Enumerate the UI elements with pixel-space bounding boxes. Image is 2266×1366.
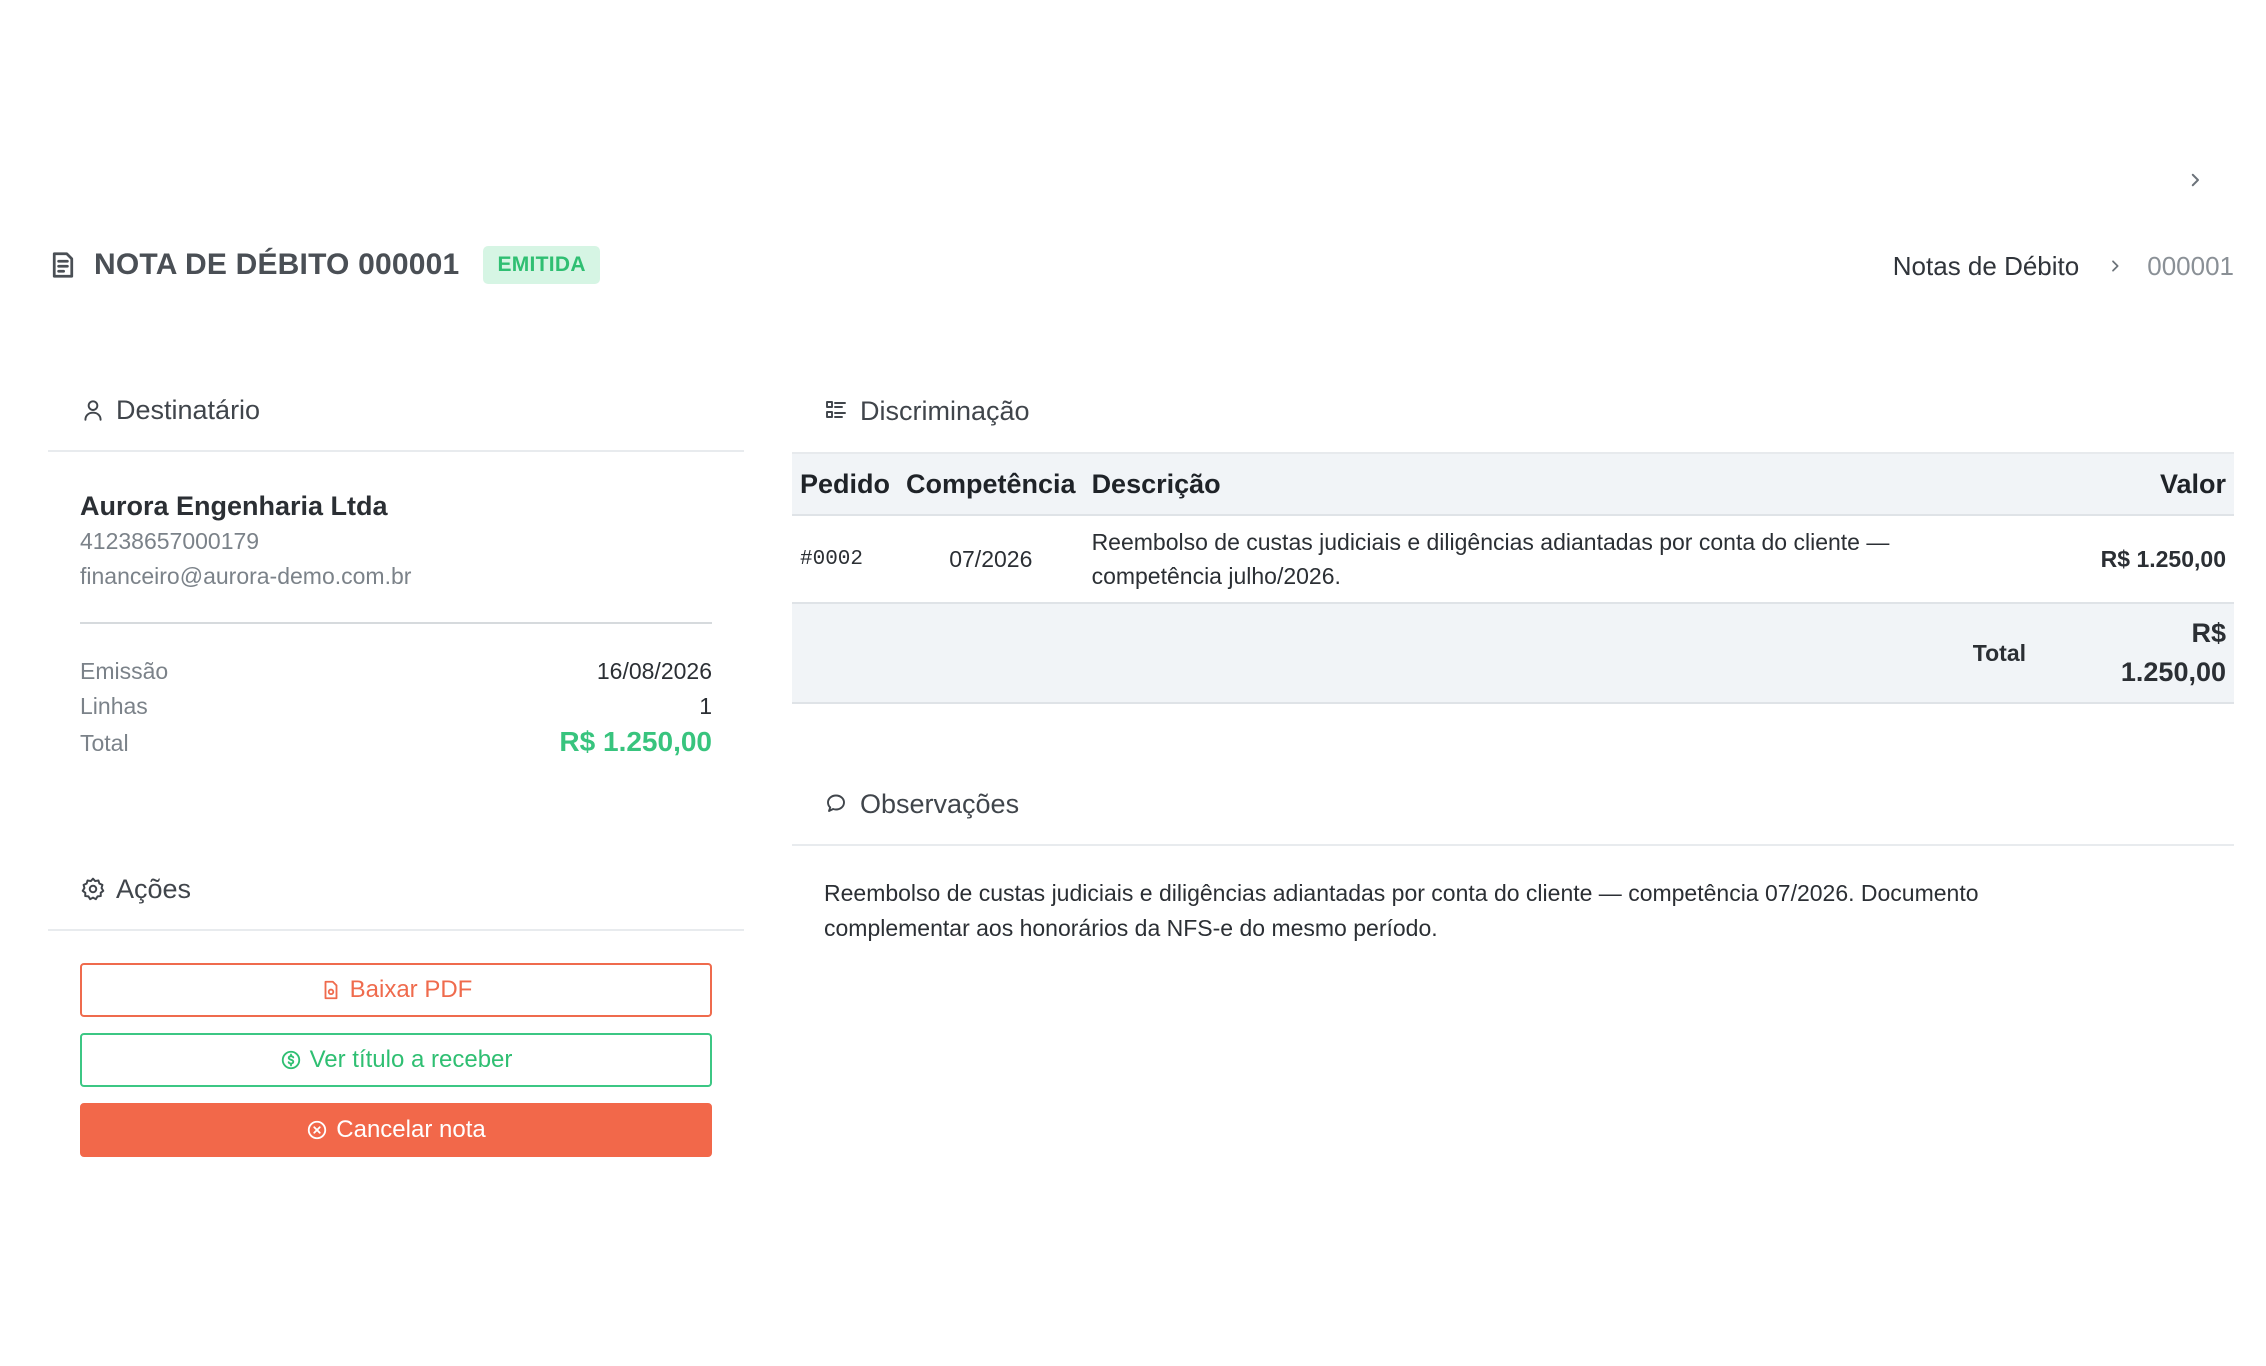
cancel-circle-icon [306,1119,328,1141]
info-row-total: Total R$ 1.250,00 [80,724,712,761]
chevron-right-icon [2107,258,2123,274]
items-card: Discriminação Pedido Competência Descriç… [792,370,2234,704]
items-table: Pedido Competência Descrição Valor #0002… [792,452,2234,704]
info-row-linhas: Linhas 1 [80,689,712,724]
breadcrumb-link-notas[interactable]: Notas de Débito [1893,251,2079,282]
table-header-row: Pedido Competência Descrição Valor [792,452,2234,516]
info-value-total: R$ 1.250,00 [559,726,712,757]
column-header-value: Valor [2034,452,2234,516]
cancel-note-button[interactable]: Cancelar nota [80,1103,712,1157]
column-header-competence: Competência [898,452,1084,516]
chevron-right-icon[interactable] [2180,165,2210,195]
actions-title-label: Ações [116,873,192,904]
table-total-row: Total R$ 1.250,00 [792,603,2234,703]
currency-icon [280,1049,302,1071]
column-header-description: Descrição [1083,452,2034,516]
page-title: NOTA DE DÉBITO 000001 [94,248,460,281]
total-currency: R$ [2191,618,2226,648]
column-header-order: Pedido [792,452,899,516]
info-label: Total [80,730,129,756]
download-pdf-button[interactable]: Baixar PDF [80,963,712,1017]
observations-title-label: Observações [860,788,1020,819]
recipient-card-header: Destinatário [48,370,744,452]
cancel-note-label: Cancelar nota [336,1116,486,1143]
items-title-label: Discriminação [860,395,1030,426]
info-value: 16/08/2026 [596,658,712,684]
items-title: Discriminação [824,396,1030,427]
actions-card-body: Baixar PDF Ver título a receber Cancelar… [48,931,744,1157]
observations-text: Reembolso de custas judiciais e diligênc… [824,880,1979,941]
observations-card-header: Observações [792,764,2234,846]
client-email: financeiro@aurora-demo.com.br [80,563,412,589]
items-card-header: Discriminação [792,370,2234,452]
client-name: Aurora Engenharia Ltda [80,491,388,521]
actions-card-header: Ações [48,849,744,931]
view-receivable-button[interactable]: Ver título a receber [80,1033,712,1087]
row-value: R$ 1.250,00 [2100,545,2226,572]
total-amount: 1.250,00 [2120,657,2226,687]
page: NOTA DE DÉBITO 000001 EMITIDA Notas de D… [0,0,2266,1366]
divider [80,622,712,624]
right-column: Discriminação Pedido Competência Descriç… [792,370,2234,946]
total-value: R$ 1.250,00 [2034,603,2234,703]
recipient-title: Destinatário [80,395,260,426]
observations-title: Observações [824,789,1019,820]
client-document: 41238657000179 [80,528,260,554]
total-label: Total [1972,639,2026,666]
actions-title: Ações [80,874,191,905]
observations-card: Observações Reembolso de custas judiciai… [792,764,2234,946]
list-details-icon [824,398,850,424]
row-description: Reembolso de custas judiciais e diligênc… [1091,529,1890,589]
left-column: Destinatário Aurora Engenharia Ltda 4123… [48,370,744,1173]
document-icon [48,250,78,280]
user-icon [80,397,106,423]
info-label: Linhas [80,693,148,719]
file-pdf-icon [320,979,342,1001]
recipient-title-label: Destinatário [116,394,261,425]
info-value: 1 [699,693,712,719]
page-header: NOTA DE DÉBITO 000001 EMITIDA [48,238,600,292]
info-row-emissao: Emissão 16/08/2026 [80,654,712,689]
order-link[interactable]: #0002 [792,515,898,603]
row-competence: 07/2026 [949,545,1033,572]
recipient-card: Destinatário Aurora Engenharia Ltda 4123… [48,370,744,761]
gear-icon [80,876,106,902]
view-receivable-label: Ver título a receber [309,1046,513,1073]
download-pdf-label: Baixar PDF [349,976,473,1003]
actions-card: Ações Baixar PDF Ver título a receber Ca… [48,849,744,1157]
recipient-card-body: Aurora Engenharia Ltda 41238657000179 fi… [48,452,744,761]
breadcrumb: Notas de Débito 000001 [1893,246,2234,286]
table-row: #0002 07/2026 Reembolso de custas judici… [792,515,2234,603]
status-badge: EMITIDA [483,246,600,284]
speech-bubble-icon [824,791,850,817]
breadcrumb-current: 000001 [2147,250,2234,281]
info-label: Emissão [80,658,169,684]
